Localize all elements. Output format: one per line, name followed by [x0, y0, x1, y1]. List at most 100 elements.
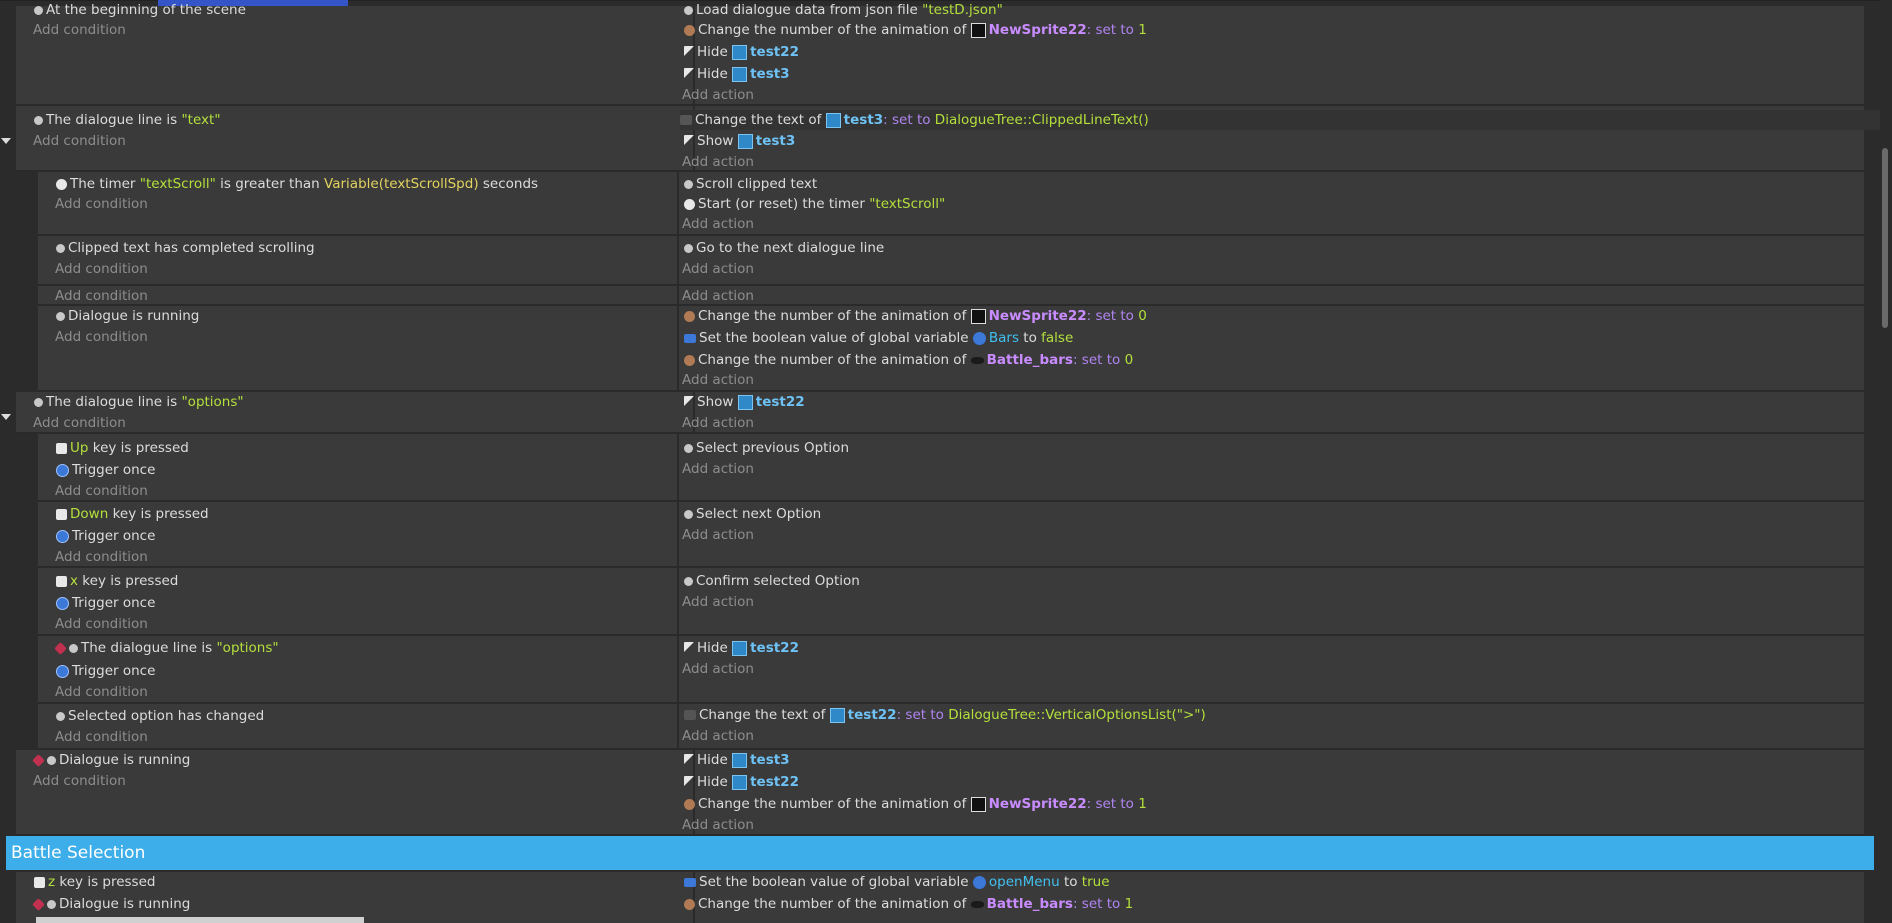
condition-text: is greater than [220, 176, 320, 192]
dialogue-icon [69, 643, 78, 653]
condition-string: "options" [181, 394, 244, 410]
add-condition-link[interactable]: Add condition [33, 771, 126, 791]
event-8[interactable]: Up key is pressed Trigger once Add condi… [38, 434, 1864, 502]
event-11[interactable]: The dialogue line is "options" Trigger o… [38, 636, 1864, 704]
condition-text: At the beginning of the scene [46, 2, 246, 18]
event-3[interactable]: The timer "textScroll" is greater than V… [38, 172, 1864, 236]
add-action-link[interactable]: Add action [682, 459, 754, 479]
value-text: true [1081, 874, 1110, 890]
event-1[interactable]: At the beginning of the scene Add condit… [16, 2, 1864, 106]
condition-text: Clipped text has completed scrolling [68, 240, 315, 256]
add-condition-link[interactable]: Add condition [55, 614, 148, 634]
event-13[interactable]: Dialogue is running Add condition Hide t… [16, 750, 1864, 836]
add-condition-link[interactable]: Add condition [55, 259, 148, 279]
section-header-battle-selection[interactable]: Battle Selection [6, 836, 1874, 870]
dialogue-icon [684, 509, 693, 519]
animation-icon [684, 798, 695, 810]
event-7[interactable]: The dialogue line is "options" Add condi… [16, 392, 1864, 434]
action-text: Change the text of [695, 112, 822, 128]
invert-condition-icon [54, 641, 67, 655]
operator-text: set to [1081, 896, 1121, 912]
key-name: x [70, 573, 78, 589]
event-6[interactable]: Dialogue is running Add condition Change… [38, 306, 1864, 392]
add-action-link[interactable]: Add action [682, 815, 754, 835]
object-name: test22 [750, 774, 799, 790]
text-object-icon [737, 133, 753, 149]
operator-text: set to [1095, 308, 1134, 324]
add-action-link[interactable]: Add action [682, 592, 754, 612]
add-action-link[interactable]: Add action [682, 259, 754, 279]
condition-text: seconds [482, 176, 539, 192]
add-condition-link[interactable]: Add condition [55, 194, 148, 214]
condition-variable: Variable(textScrollSpd) [324, 176, 479, 192]
add-condition-link[interactable]: Add condition [55, 327, 148, 347]
add-action-link[interactable]: Add action [682, 413, 754, 433]
operator-text: set to [905, 707, 944, 723]
add-condition-link[interactable]: Add condition [33, 131, 126, 151]
add-action-link[interactable]: Add action [682, 370, 754, 390]
action-text: Show [697, 133, 734, 149]
event-divider [677, 434, 679, 500]
add-action-link[interactable]: Add action [682, 286, 754, 306]
dialogue-icon [47, 899, 56, 909]
add-condition-link[interactable]: Add condition [55, 682, 148, 702]
bars-object-icon [970, 900, 984, 908]
keyboard-icon [56, 508, 67, 520]
variable-icon [972, 331, 986, 345]
text-object-icon [732, 44, 748, 60]
add-action-link[interactable]: Add action [682, 85, 754, 105]
scrollbar-thumb[interactable] [1882, 148, 1888, 328]
hide-icon [684, 776, 694, 788]
add-action-link[interactable]: Add action [682, 152, 754, 172]
add-condition-link[interactable]: Add condition [55, 481, 148, 501]
object-name: NewSprite22 [988, 796, 1087, 812]
vertical-scrollbar[interactable] [1880, 0, 1892, 923]
dialogue-icon [684, 243, 693, 253]
add-action-link[interactable]: Add action [682, 525, 754, 545]
condition-text: The dialogue line is [46, 394, 178, 410]
event-divider [677, 236, 679, 284]
add-action-link[interactable]: Add action [682, 214, 754, 234]
condition-text: Selected option has changed [68, 708, 265, 724]
event-12[interactable]: Selected option has changed Add conditio… [38, 704, 1864, 750]
event-5[interactable]: Add condition Add action [38, 286, 1864, 306]
value-text: 0 [1124, 352, 1134, 368]
collapse-arrow-icon[interactable] [1, 138, 11, 144]
key-name: z [48, 874, 56, 890]
object-name: test3 [843, 112, 884, 128]
add-condition-link[interactable]: Add condition [33, 20, 126, 40]
add-action-link[interactable]: Add action [682, 659, 754, 679]
event-divider [677, 286, 679, 304]
trigger-once-icon [56, 529, 69, 543]
text-object-icon [737, 394, 753, 410]
operator-text: set to [1081, 352, 1121, 368]
object-name: test3 [750, 66, 790, 82]
invert-condition-icon [32, 753, 45, 767]
value-text: 0 [1138, 308, 1147, 324]
condition-text: Dialogue is running [68, 308, 200, 324]
object-name: NewSprite22 [988, 22, 1087, 38]
action-text: Show [697, 394, 734, 410]
add-condition-link[interactable]: Add condition [55, 547, 148, 567]
collapse-arrow-icon[interactable] [1, 414, 11, 420]
event-4[interactable]: Clipped text has completed scrolling Add… [38, 236, 1864, 286]
add-condition-link[interactable]: Add condition [33, 413, 126, 433]
key-name: Up [70, 440, 89, 456]
add-action-link[interactable]: Add action [682, 726, 754, 746]
add-condition-link[interactable]: Add condition [55, 727, 148, 747]
value-text: 1 [1138, 22, 1147, 38]
event-14[interactable]: z key is pressed Dialogue is running Set… [16, 872, 1864, 923]
horizontal-scroll-hint[interactable] [36, 917, 364, 923]
action-text: Change the number of the animation of [698, 896, 967, 912]
event-divider [677, 568, 679, 634]
condition-text: Dialogue is running [59, 752, 191, 768]
global-variable-icon [684, 333, 696, 343]
dialogue-icon [34, 397, 43, 407]
event-10[interactable]: x key is pressed Trigger once Add condit… [38, 568, 1864, 636]
event-9[interactable]: Down key is pressed Trigger once Add con… [38, 502, 1864, 568]
event-2[interactable]: The dialogue line is "text" Add conditio… [16, 106, 1880, 172]
trigger-once-icon [56, 664, 69, 678]
action-text: Select next Option [696, 506, 822, 522]
sprite-object-icon [970, 308, 986, 324]
add-condition-link[interactable]: Add condition [55, 286, 148, 306]
